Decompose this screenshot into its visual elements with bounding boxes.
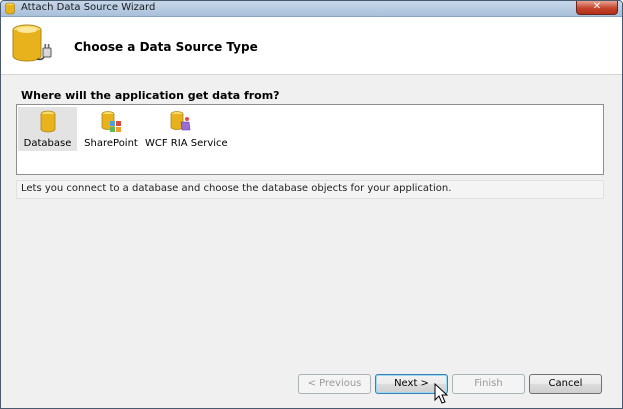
- wcf-ria-service-icon: [170, 111, 191, 131]
- window-title: Attach Data Source Wizard: [21, 2, 156, 13]
- close-button[interactable]: ✕: [576, 1, 618, 15]
- wizard-window: Attach Data Source Wizard ✕ Choose a Dat…: [0, 0, 623, 409]
- source-question-label: Where will the application get data from…: [21, 89, 280, 102]
- wizard-header: Choose a Data Source Type: [1, 17, 622, 75]
- source-type-list[interactable]: Database SharePoint WCF RIA Service: [16, 104, 604, 175]
- mouse-pointer-icon: [434, 383, 448, 404]
- source-type-wcf-ria-service[interactable]: WCF RIA Service: [145, 107, 228, 151]
- source-type-database[interactable]: Database: [18, 107, 77, 151]
- source-type-label: Database: [23, 138, 72, 149]
- page-title: Choose a Data Source Type: [74, 40, 258, 54]
- source-type-sharepoint[interactable]: SharePoint: [80, 107, 142, 151]
- title-bar[interactable]: Attach Data Source Wizard ✕: [1, 1, 622, 17]
- sharepoint-icon: [101, 111, 121, 132]
- database-plug-icon: [12, 24, 52, 62]
- previous-button[interactable]: < Previous: [298, 374, 371, 394]
- source-type-label: WCF RIA Service: [145, 138, 228, 149]
- database-icon: [5, 2, 15, 15]
- database-icon: [40, 110, 55, 133]
- description-text: Lets you connect to a database and choos…: [21, 183, 452, 194]
- description-panel: Lets you connect to a database and choos…: [16, 180, 604, 199]
- cancel-button[interactable]: Cancel: [529, 374, 602, 394]
- finish-button[interactable]: Finish: [452, 374, 525, 394]
- source-type-label: SharePoint: [84, 138, 138, 149]
